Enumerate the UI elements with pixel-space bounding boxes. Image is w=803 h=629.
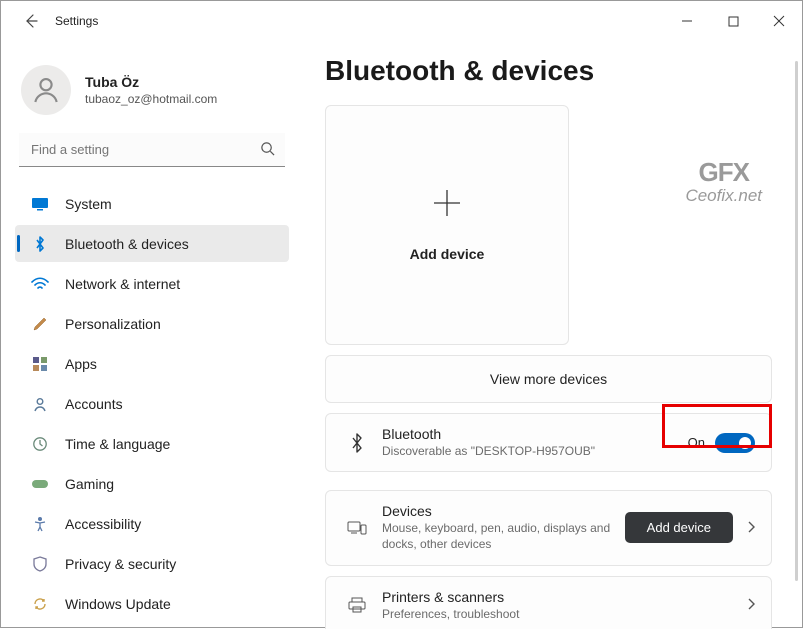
printers-subtitle: Preferences, troubleshoot: [382, 606, 612, 622]
sidebar-item-label: Time & language: [65, 436, 170, 452]
devices-title: Devices: [382, 503, 625, 519]
printer-icon: [342, 597, 372, 613]
sidebar-item-accessibility[interactable]: Accessibility: [15, 505, 289, 542]
minimize-button[interactable]: [664, 1, 710, 41]
paintbrush-icon: [29, 315, 51, 333]
scrollbar[interactable]: [795, 61, 798, 581]
sidebar-item-label: Bluetooth & devices: [65, 236, 189, 252]
sidebar-item-time-language[interactable]: Time & language: [15, 425, 289, 462]
sidebar-item-label: System: [65, 196, 112, 212]
close-button[interactable]: [756, 1, 802, 41]
accounts-icon: [29, 395, 51, 413]
sidebar-item-label: Windows Update: [65, 596, 171, 612]
sidebar-item-label: Apps: [65, 356, 97, 372]
sidebar-item-label: Network & internet: [65, 276, 180, 292]
watermark-logo: GFX: [685, 157, 762, 188]
sidebar-item-label: Personalization: [65, 316, 161, 332]
sidebar-item-label: Accounts: [65, 396, 123, 412]
bluetooth-toggle[interactable]: [715, 433, 755, 453]
page-title: Bluetooth & devices: [325, 55, 772, 87]
sidebar-item-gaming[interactable]: Gaming: [15, 465, 289, 502]
profile-email: tubaoz_oz@hotmail.com: [85, 92, 217, 106]
wifi-icon: [29, 275, 51, 293]
devices-icon: [342, 520, 372, 536]
monitor-icon: [29, 195, 51, 213]
sidebar-item-system[interactable]: System: [15, 185, 289, 222]
search-input[interactable]: [19, 133, 285, 167]
printers-title: Printers & scanners: [382, 589, 733, 605]
bluetooth-subtitle: Discoverable as "DESKTOP-H957OUB": [382, 443, 612, 459]
plus-icon: [432, 188, 462, 224]
shield-icon: [29, 555, 51, 573]
sidebar-item-label: Gaming: [65, 476, 114, 492]
devices-card[interactable]: Devices Mouse, keyboard, pen, audio, dis…: [325, 490, 772, 565]
maximize-button[interactable]: [710, 1, 756, 41]
sidebar-item-accounts[interactable]: Accounts: [15, 385, 289, 422]
clock-globe-icon: [29, 435, 51, 453]
add-device-label: Add device: [410, 246, 485, 262]
sidebar-item-network[interactable]: Network & internet: [15, 265, 289, 302]
printers-card[interactable]: Printers & scanners Preferences, trouble…: [325, 576, 772, 629]
bluetooth-toggle-label: On: [688, 435, 705, 450]
profile-name: Tuba Öz: [85, 74, 217, 90]
arrow-left-icon: [23, 13, 39, 29]
apps-icon: [29, 355, 51, 373]
view-more-label: View more devices: [490, 371, 607, 387]
search-icon: [260, 141, 275, 159]
bluetooth-icon: [342, 433, 372, 453]
search-box[interactable]: [19, 133, 285, 167]
gaming-icon: [29, 475, 51, 493]
close-icon: [773, 15, 785, 27]
avatar: [21, 65, 71, 115]
sidebar-item-label: Accessibility: [65, 516, 141, 532]
sidebar-item-apps[interactable]: Apps: [15, 345, 289, 382]
sidebar-item-privacy[interactable]: Privacy & security: [15, 545, 289, 582]
chevron-right-icon[interactable]: [747, 597, 755, 613]
watermark: GFX Ceofix.net: [685, 157, 762, 206]
back-button[interactable]: [17, 7, 45, 35]
profile[interactable]: Tuba Öz tubaoz_oz@hotmail.com: [15, 61, 289, 133]
update-icon: [29, 595, 51, 613]
user-icon: [30, 74, 62, 106]
add-device-button[interactable]: Add device: [625, 512, 733, 543]
bluetooth-title: Bluetooth: [382, 426, 688, 442]
sidebar-item-bluetooth-devices[interactable]: Bluetooth & devices: [15, 225, 289, 262]
sidebar-item-windows-update[interactable]: Windows Update: [15, 585, 289, 622]
accessibility-icon: [29, 515, 51, 533]
bluetooth-icon: [29, 235, 51, 253]
maximize-icon: [728, 16, 739, 27]
watermark-text: Ceofix.net: [685, 186, 762, 206]
sidebar-item-personalization[interactable]: Personalization: [15, 305, 289, 342]
add-device-tile[interactable]: Add device: [325, 105, 569, 345]
toggle-knob: [739, 437, 751, 449]
window-title: Settings: [55, 14, 664, 28]
sidebar-item-label: Privacy & security: [65, 556, 176, 572]
view-more-devices[interactable]: View more devices: [325, 355, 772, 403]
bluetooth-card: Bluetooth Discoverable as "DESKTOP-H957O…: [325, 413, 772, 472]
chevron-right-icon[interactable]: [747, 520, 755, 536]
minimize-icon: [681, 15, 693, 27]
devices-subtitle: Mouse, keyboard, pen, audio, displays an…: [382, 520, 612, 552]
